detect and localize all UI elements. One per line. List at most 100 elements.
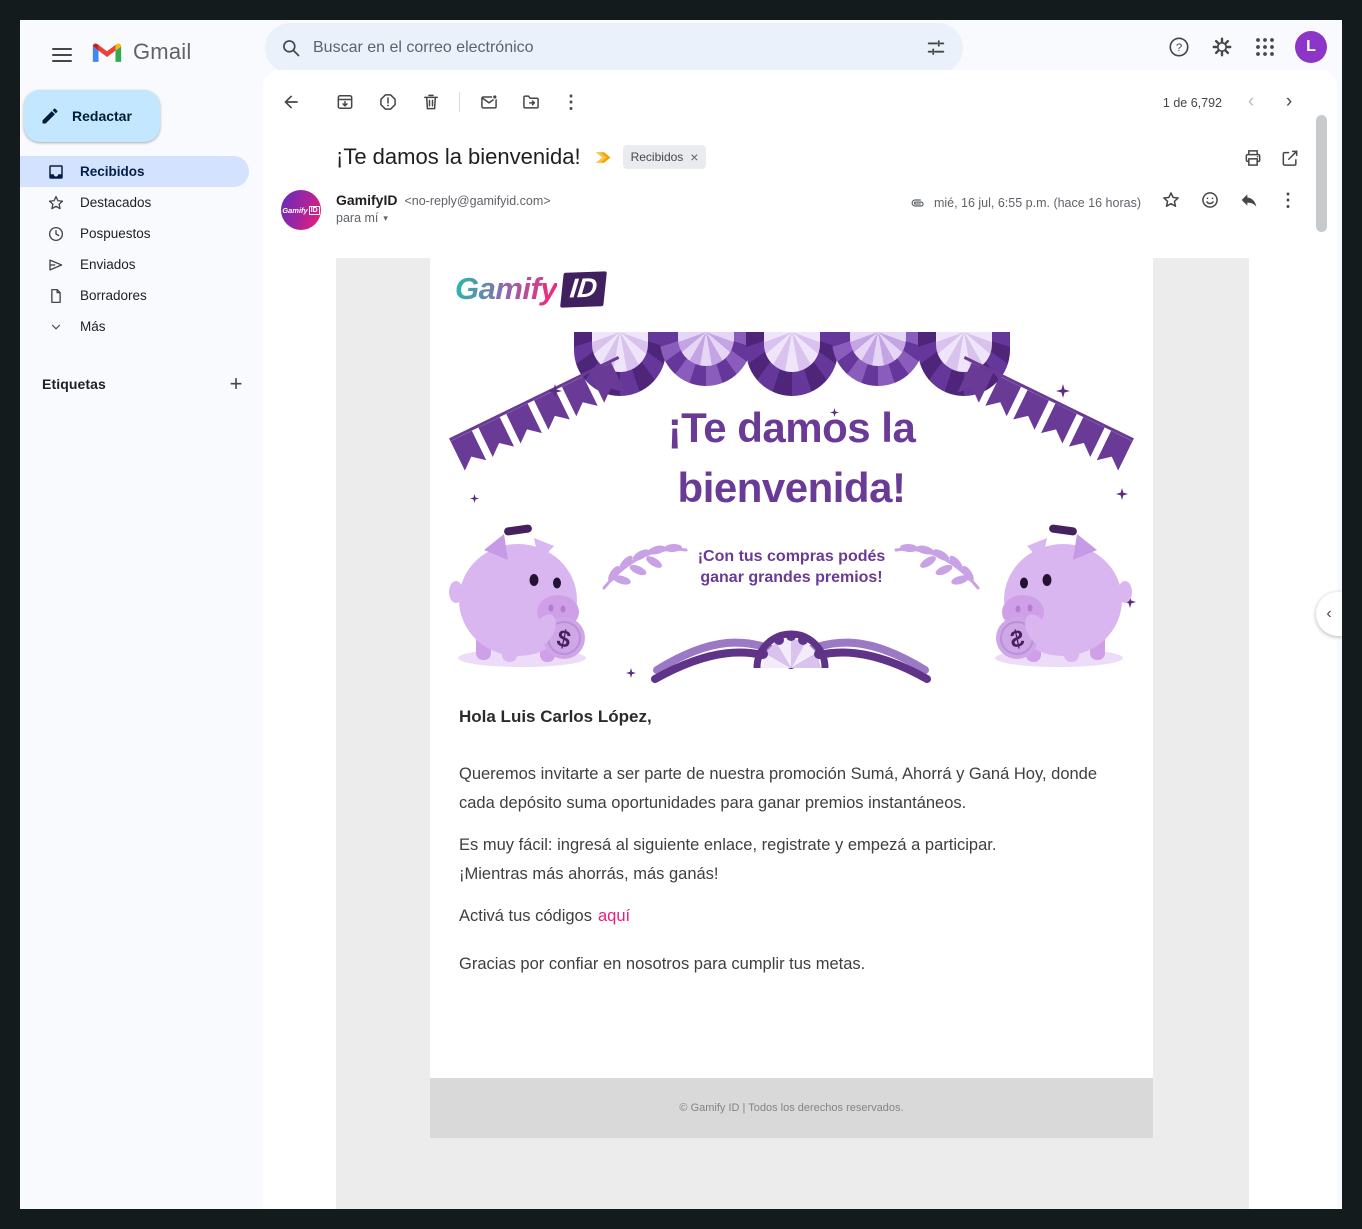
cta-aqui-link[interactable]: aquí — [598, 907, 630, 925]
clock-icon — [47, 225, 65, 243]
label-chip-recibidos[interactable]: Recibidos × — [623, 145, 707, 169]
compose-label: Redactar — [72, 108, 132, 124]
open-in-new-button[interactable] — [1270, 138, 1310, 178]
sidebar-item-label: Enviados — [80, 257, 136, 272]
star-outline-icon — [1161, 190, 1181, 210]
emoji-reaction-button[interactable] — [1190, 180, 1230, 220]
scrollbar-thumb[interactable] — [1316, 115, 1327, 232]
draft-icon — [47, 287, 65, 305]
chevron-down-icon — [49, 320, 63, 334]
recipient-label: para mí — [336, 211, 378, 225]
chevron-right-icon: › — [1286, 91, 1292, 113]
promo-tagline: ¡Con tus compras podés ganar grandes pre… — [430, 546, 1153, 588]
report-spam-button[interactable] — [368, 82, 408, 122]
email-letter: Gamify ID — [430, 258, 1153, 1138]
sender-avatar[interactable]: Gamify ID — [281, 190, 321, 230]
email-footer-bar: © Gamify ID | Todos los derechos reserva… — [430, 1078, 1153, 1138]
email-body-viewport: Gamify ID — [336, 258, 1249, 1209]
newer-email-button[interactable]: ‹ — [1235, 86, 1267, 118]
sidebar-item-snoozed[interactable]: Pospuestos — [20, 218, 249, 249]
gmail-app: Gmail ? L Redactar — [20, 20, 1342, 1209]
fan-rosette-decoration — [660, 332, 752, 386]
move-to-button[interactable] — [511, 82, 551, 122]
reply-button[interactable] — [1229, 180, 1269, 220]
greeting-text: Hola Luis Carlos López, — [459, 702, 1124, 731]
report-spam-icon — [378, 92, 398, 112]
older-email-button[interactable]: › — [1273, 86, 1305, 118]
closing-text: Gracias por confiar en nosotros para cum… — [459, 950, 1124, 979]
paragraph-howto-line2: ¡Mientras más ahorrás, más ganás! — [459, 860, 1124, 889]
paragraph-howto: Es muy fácil: ingresá al siguiente enlac… — [459, 831, 1124, 889]
sender-address: <no-reply@gamifyid.com> — [404, 194, 550, 208]
label-chip-remove-icon[interactable]: × — [690, 150, 698, 164]
recipient-dropdown[interactable]: para mí ▾ — [336, 211, 388, 225]
inbox-icon — [47, 163, 65, 181]
back-arrow-icon — [281, 92, 301, 112]
settings-button[interactable] — [1200, 25, 1244, 69]
more-vert-icon: ⋮ — [1279, 190, 1297, 211]
print-button[interactable] — [1233, 138, 1273, 178]
labels-title: Etiquetas — [42, 376, 106, 392]
piggy-bank-left-illustration: $ — [446, 518, 598, 670]
star-icon — [47, 194, 65, 212]
subject-row: ¡Te damos la bienvenida! Recibidos × — [336, 144, 706, 170]
back-button[interactable] — [271, 82, 311, 122]
search-input[interactable] — [313, 39, 925, 57]
caret-down-icon: ▾ — [383, 213, 388, 224]
open-in-new-icon — [1280, 148, 1300, 168]
sidebar-item-label: Más — [80, 319, 106, 334]
sidebar-item-sent[interactable]: Enviados — [20, 249, 249, 280]
cta-line: Activá tus códigosaquí — [459, 902, 1124, 931]
star-email-button[interactable] — [1151, 180, 1191, 220]
gamifyid-logo-gamify: Gamify — [455, 271, 557, 307]
gamifyid-logo: Gamify ID — [455, 271, 605, 307]
main-menu-button[interactable] — [38, 31, 86, 79]
sidebar-item-more[interactable]: Más — [20, 311, 249, 342]
sender-name: GamifyID — [336, 192, 397, 208]
paragraph-promo: Queremos invitarte a ser parte de nuestr… — [459, 760, 1124, 818]
sidebar-item-drafts[interactable]: Borradores — [20, 280, 249, 311]
archive-icon — [335, 92, 355, 112]
compose-button[interactable]: Redactar — [24, 90, 160, 142]
reply-icon — [1239, 190, 1259, 210]
message-more-button[interactable]: ⋮ — [1268, 180, 1308, 220]
gmail-logo[interactable]: Gmail — [90, 39, 191, 65]
sidebar-item-inbox[interactable]: Recibidos — [20, 156, 249, 187]
toolbar-more-button[interactable]: ⋮ — [551, 82, 591, 122]
archive-button[interactable] — [325, 82, 365, 122]
help-button[interactable]: ? — [1157, 25, 1201, 69]
emoji-smile-icon — [1200, 190, 1220, 210]
account-avatar[interactable]: L — [1295, 31, 1327, 63]
labels-section: Etiquetas + — [42, 368, 252, 400]
add-label-button[interactable]: + — [220, 368, 252, 400]
avatar-letter: L — [1306, 38, 1316, 56]
sidebar-item-starred[interactable]: Destacados — [20, 187, 249, 218]
search-icon[interactable] — [281, 38, 301, 58]
help-icon: ? — [1168, 36, 1190, 58]
send-icon — [47, 256, 65, 274]
importance-marker-icon[interactable] — [595, 150, 613, 165]
delete-button[interactable] — [411, 82, 451, 122]
chevron-left-icon: ‹ — [1326, 605, 1331, 623]
apps-button[interactable] — [1243, 25, 1287, 69]
gmail-m-icon — [90, 39, 124, 65]
ribbon-ornament-decoration — [651, 624, 931, 686]
fan-rosette-decoration — [746, 332, 838, 396]
mark-unread-button[interactable] — [469, 82, 509, 122]
sender-avatar-logo-gamify: Gamify — [282, 206, 307, 215]
trash-icon — [421, 92, 441, 112]
promo-tagline-line1: ¡Con tus compras podés — [430, 546, 1153, 567]
sender-line: GamifyID <no-reply@gamifyid.com> — [336, 192, 551, 208]
welcome-headline-line1: ¡Te damos la — [430, 404, 1153, 452]
welcome-headline-line2: bienvenida! — [430, 464, 1153, 512]
email-view-card: ⋮ 1 de 6,792 ‹ › ¡Te damos la bienvenida… — [263, 70, 1337, 1209]
promo-tagline-line2: ganar grandes premios! — [430, 567, 1153, 588]
chevron-left-icon: ‹ — [1248, 91, 1254, 113]
gmail-wordmark: Gmail — [133, 39, 191, 65]
svg-text:?: ? — [1176, 42, 1182, 54]
search-bar[interactable] — [265, 23, 963, 73]
sparkle-decoration — [1056, 384, 1070, 398]
gear-icon — [1211, 36, 1233, 58]
search-options-icon[interactable] — [925, 37, 947, 59]
pencil-icon — [40, 106, 60, 126]
